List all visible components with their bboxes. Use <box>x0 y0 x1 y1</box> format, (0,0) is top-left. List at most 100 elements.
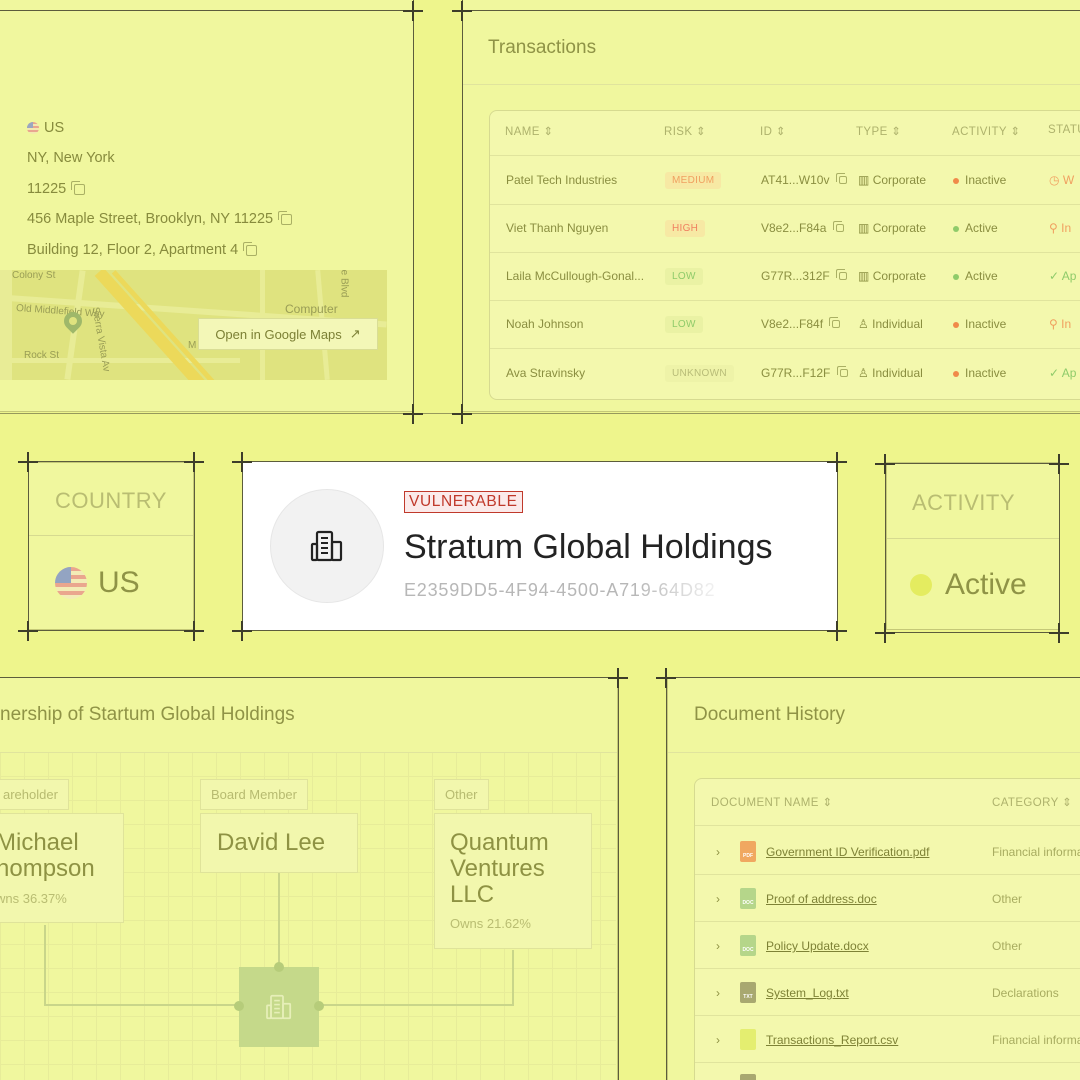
person-icon: ♙ <box>858 366 869 380</box>
table-row-name[interactable]: Noah Johnson <box>506 317 583 331</box>
table-row-name[interactable]: Viet Thanh Nguyen <box>506 221 608 235</box>
company-node[interactable] <box>239 967 319 1047</box>
role-tag-shareholder: areholder <box>0 779 69 810</box>
owner-name: David Lee <box>217 829 326 856</box>
owner-name: Michael hompson <box>0 829 95 882</box>
table-row-name[interactable]: Patel Tech Industries <box>506 173 617 187</box>
document-category: Financial informa <box>992 1033 1080 1047</box>
column-header-name[interactable]: NAME ⇕ <box>505 124 553 138</box>
role-tag-other: Other <box>434 779 489 810</box>
status-cell: ◷ W <box>1049 173 1075 187</box>
id-cell: AT41...W10v <box>761 173 847 187</box>
type-cell: ▥ Corporate <box>858 269 927 283</box>
document-link[interactable]: Policy Update.docx <box>766 939 869 953</box>
risk-badge: LOW <box>665 268 703 285</box>
copy-icon[interactable] <box>71 180 86 195</box>
clock-icon: ◷ <box>1049 173 1060 187</box>
activity-cell: Active <box>953 269 998 283</box>
txt-file-icon: TXT <box>740 982 756 1003</box>
column-header-id[interactable]: ID ⇕ <box>760 124 786 138</box>
address-zip: 11225 <box>27 180 86 197</box>
ownership-title: nership of Startum Global Holdings <box>0 704 295 725</box>
address-country: US <box>27 120 64 136</box>
id-cell: V8e2...F84a <box>761 221 844 235</box>
entity-name: Stratum Global Holdings <box>404 528 773 566</box>
document-link[interactable]: System_Log.txt <box>766 986 849 1000</box>
column-header-risk[interactable]: RISK ⇕ <box>664 124 706 138</box>
column-header-status[interactable]: STATU <box>1048 124 1080 136</box>
address-region-text: NY, New York <box>27 150 115 166</box>
copy-icon[interactable] <box>829 317 841 328</box>
table-row-name[interactable]: Laila McCullough-Gonal... <box>506 269 644 283</box>
vulnerable-badge: VULNERABLE <box>404 491 523 513</box>
risk-badge: UNKNOWN <box>665 365 734 382</box>
file-icon <box>740 1074 756 1080</box>
column-header-activity[interactable]: ACTIVITY ⇕ <box>952 124 1020 138</box>
map-label: M <box>188 340 197 351</box>
status-cell: ✓ Ap <box>1049 366 1077 380</box>
search-icon: ⚲ <box>1049 317 1058 331</box>
arrow-up-right-icon: ↗ <box>349 326 361 341</box>
document-category: Declarations <box>992 986 1059 1000</box>
expand-chevron-icon[interactable]: › <box>716 986 720 1000</box>
document-link[interactable]: Transactions_Report.csv <box>766 1033 898 1047</box>
doc-file-icon: DOC <box>740 935 756 956</box>
copy-icon[interactable] <box>278 210 293 225</box>
type-cell: ▥ Corporate <box>858 173 927 187</box>
address-zip-text: 11225 <box>27 181 67 197</box>
building-icon <box>310 530 343 562</box>
document-category: Other <box>992 939 1023 953</box>
transactions-table <box>489 110 1080 400</box>
activity-card <box>886 462 1060 630</box>
copy-icon[interactable] <box>836 366 848 377</box>
activity-label: ACTIVITY <box>912 490 1016 515</box>
owner-percentage: wns 36.37% <box>0 891 67 906</box>
entity-id: E2359DD5-4F94-4500-A719-64D82 <box>404 580 716 600</box>
address-region: NY, New York <box>27 150 115 166</box>
address-unit-text: Building 12, Floor 2, Apartment 4 <box>27 242 239 258</box>
search-icon: ⚲ <box>1049 221 1058 235</box>
activity-cell: Inactive <box>953 317 1006 331</box>
doc-file-icon: DOC <box>740 888 756 909</box>
transactions-title: Transactions <box>488 37 597 58</box>
us-flag-icon <box>27 122 39 134</box>
activity-cell: Inactive <box>953 173 1006 187</box>
risk-badge: MEDIUM <box>665 172 722 189</box>
building-icon: ▥ <box>858 173 870 187</box>
document-category: Other <box>992 892 1023 906</box>
expand-chevron-icon[interactable]: › <box>716 892 720 906</box>
expand-chevron-icon[interactable]: › <box>716 845 720 859</box>
type-cell: ♙ Individual <box>858 366 923 380</box>
copy-icon[interactable] <box>835 173 847 184</box>
building-icon <box>266 994 292 1020</box>
column-header-type[interactable]: TYPE ⇕ <box>856 124 901 138</box>
map-label: e Blvd <box>338 270 350 298</box>
copy-icon[interactable] <box>832 221 844 232</box>
role-tag-board-member: Board Member <box>200 779 308 810</box>
open-google-maps-button[interactable]: Open in Google Maps ↗ <box>198 318 378 350</box>
pdf-file-icon: PDF <box>740 841 756 862</box>
check-icon: ✓ <box>1049 366 1060 380</box>
column-header-document-name[interactable]: DOCUMENT NAME ⇕ <box>711 795 833 809</box>
us-flag-icon <box>55 567 87 599</box>
address-street-text: 456 Maple Street, Brooklyn, NY 11225 <box>27 211 274 227</box>
map-label: Computer <box>285 302 338 316</box>
active-status-dot <box>910 574 932 596</box>
expand-chevron-icon[interactable]: › <box>716 1033 720 1047</box>
csv-file-icon <box>740 1029 756 1050</box>
check-icon: ✓ <box>1049 269 1060 283</box>
document-link[interactable]: Proof of address.doc <box>766 892 877 906</box>
owner-name: Quantum Ventures LLC <box>450 829 549 908</box>
risk-badge: LOW <box>665 316 703 333</box>
activity-value: Active <box>945 568 1027 601</box>
expand-chevron-icon[interactable]: › <box>716 939 720 953</box>
address-street: 456 Maple Street, Brooklyn, NY 11225 <box>27 210 293 227</box>
activity-cell: Active <box>953 221 998 235</box>
document-category: Financial informa <box>992 845 1080 859</box>
document-history-title: Document History <box>694 704 845 725</box>
copy-icon[interactable] <box>836 269 848 280</box>
column-header-category[interactable]: CATEGORY ⇕ <box>992 795 1072 809</box>
document-link[interactable]: Government ID Verification.pdf <box>766 845 929 859</box>
table-row-name[interactable]: Ava Stravinsky <box>506 366 585 380</box>
copy-icon[interactable] <box>243 241 258 256</box>
